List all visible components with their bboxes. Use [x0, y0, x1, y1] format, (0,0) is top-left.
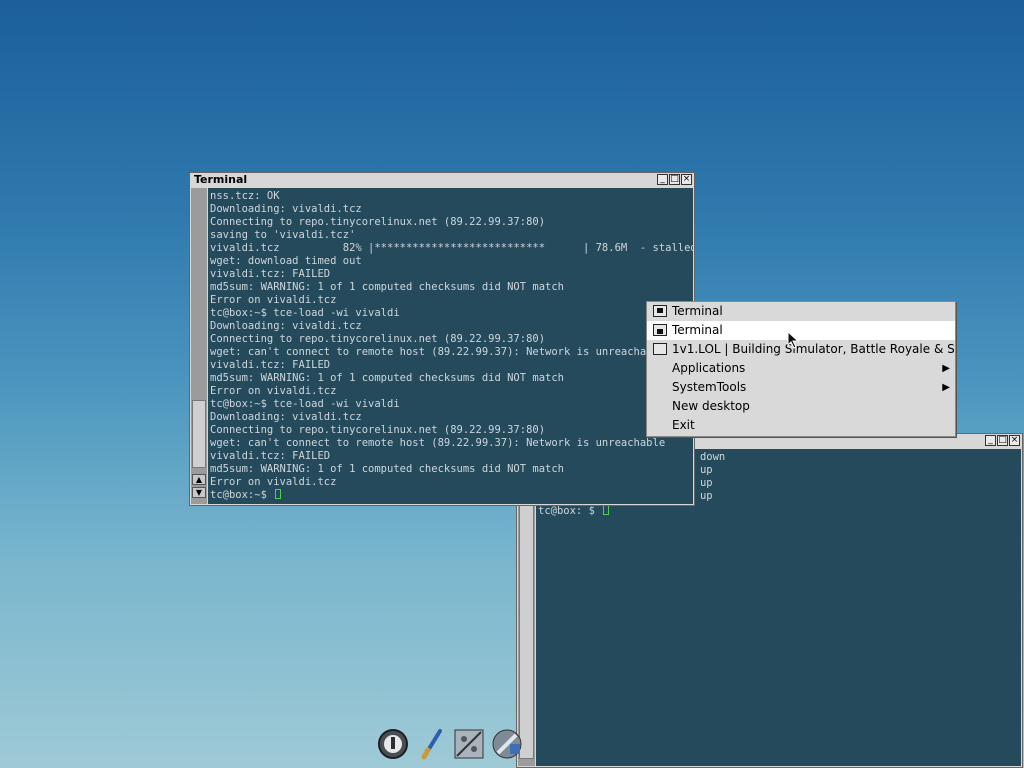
- terminal-line: Downloading: vivaldi.tcz: [210, 411, 362, 423]
- menu-item-terminal[interactable]: Terminal: [647, 302, 955, 321]
- terminal-prompt-line: tc@box:~$: [210, 489, 282, 502]
- terminal-line: Error on vivaldi.tcz: [210, 294, 337, 306]
- terminal-1-scrollbar[interactable]: ▲ ▼: [191, 188, 207, 504]
- window-title: Terminal: [194, 173, 248, 186]
- scroll-up-button[interactable]: ▲: [192, 474, 206, 485]
- terminal-line: tc@box:~$ tce-load -wi vivaldi: [210, 307, 400, 319]
- menu-item-label: Applications: [672, 361, 746, 375]
- paintbrush-icon[interactable]: [414, 727, 448, 761]
- menu-item-applications[interactable]: Applications ▶: [647, 359, 955, 378]
- window-icon: [653, 343, 667, 355]
- terminal-line: Downloading: vivaldi.tcz: [210, 203, 362, 215]
- submenu-arrow-icon: ▶: [942, 382, 950, 393]
- maximize-button[interactable]: □: [997, 435, 1008, 446]
- menu-item-browser-window[interactable]: 1v1.LOL | Building Simulator, Battle Roy…: [647, 340, 955, 359]
- terminal-window-1[interactable]: Terminal _ □ × ▲ ▼ nss.tcz: OK Downloadi…: [189, 172, 695, 506]
- terminal-icon: [653, 305, 667, 317]
- terminal-line: Error on vivaldi.tcz: [210, 385, 337, 397]
- terminal-1-output[interactable]: nss.tcz: OK Downloading: vivaldi.tcz Con…: [208, 188, 693, 504]
- terminal-line: md5sum: WARNING: 1 of 1 computed checksu…: [210, 372, 565, 384]
- menu-item-label: SystemTools: [672, 380, 747, 394]
- terminal-line: vivaldi.tcz: FAILED: [210, 450, 331, 462]
- menu-item-exit[interactable]: Exit: [647, 416, 955, 435]
- terminal-line: md5sum: WARNING: 1 of 1 computed checksu…: [210, 281, 565, 293]
- menu-item-label: New desktop: [672, 399, 750, 413]
- minimize-button[interactable]: _: [985, 435, 996, 446]
- minimize-button[interactable]: _: [657, 174, 668, 185]
- terminal-line: vivaldi.tcz 82% |***********************…: [210, 242, 693, 254]
- terminal-line: wget: can't connect to remote host (89.2…: [210, 346, 666, 358]
- menu-item-new-desktop[interactable]: New desktop: [647, 397, 955, 416]
- control-panel-icon[interactable]: [452, 727, 486, 761]
- terminal-line: Connecting to repo.tinycorelinux.net (89…: [210, 333, 546, 345]
- menu-item-label: 1v1.LOL | Building Simulator, Battle Roy…: [672, 342, 956, 356]
- terminal-1-window-buttons: _ □ ×: [657, 174, 692, 185]
- terminal-line: wget: can't connect to remote host (89.2…: [210, 437, 666, 449]
- scroll-down-button[interactable]: ▼: [192, 487, 206, 498]
- dock: [376, 724, 524, 764]
- close-button[interactable]: ×: [681, 174, 692, 185]
- terminal-line: Error on vivaldi.tcz: [210, 476, 337, 488]
- terminal-1-titlebar[interactable]: Terminal _ □ ×: [190, 173, 694, 187]
- app-launcher-icon[interactable]: [490, 727, 524, 761]
- power-icon[interactable]: [376, 727, 410, 761]
- menu-item-label: Exit: [672, 418, 695, 432]
- terminal-prompt: tc@box:~$: [210, 489, 274, 501]
- terminal-line: Connecting to repo.tinycorelinux.net (89…: [210, 216, 546, 228]
- terminal-cursor: [275, 489, 282, 499]
- terminal-line: Connecting to repo.tinycorelinux.net (89…: [210, 424, 546, 436]
- terminal-line: wget: download timed out: [210, 255, 362, 267]
- terminal-line: md5sum: WARNING: 1 of 1 computed checksu…: [210, 463, 565, 475]
- maximize-button[interactable]: □: [669, 174, 680, 185]
- terminal-line: tc@box:~$ tce-load -wi vivaldi: [210, 398, 400, 410]
- terminal-line: nss.tcz: OK: [210, 190, 280, 202]
- menu-item-label: Terminal: [672, 323, 723, 337]
- terminal-prompt: tc@box: $: [538, 505, 602, 517]
- menu-item-systemtools[interactable]: SystemTools ▶: [647, 378, 955, 397]
- terminal-line: saving to 'vivaldi.tcz': [210, 229, 356, 241]
- terminal-line: Downloading: vivaldi.tcz: [210, 320, 362, 332]
- mouse-pointer-icon: [787, 331, 800, 349]
- terminal-prompt-line: tc@box: $: [538, 505, 610, 518]
- terminal-line: vivaldi.tcz: FAILED: [210, 359, 331, 371]
- close-button[interactable]: ×: [1009, 435, 1020, 446]
- terminal-cursor: [603, 505, 610, 515]
- menu-item-terminal-2[interactable]: Terminal: [647, 321, 955, 340]
- menu-item-label: Terminal: [672, 304, 723, 318]
- submenu-arrow-icon: ▶: [942, 363, 950, 374]
- terminal-icon: [653, 324, 667, 336]
- terminal-1-scroll-thumb[interactable]: [192, 400, 206, 468]
- root-menu: Terminal Terminal 1v1.LOL | Building Sim…: [646, 301, 956, 437]
- terminal-line: vivaldi.tcz: FAILED: [210, 268, 331, 280]
- terminal-2-window-buttons: _ □ ×: [985, 435, 1020, 446]
